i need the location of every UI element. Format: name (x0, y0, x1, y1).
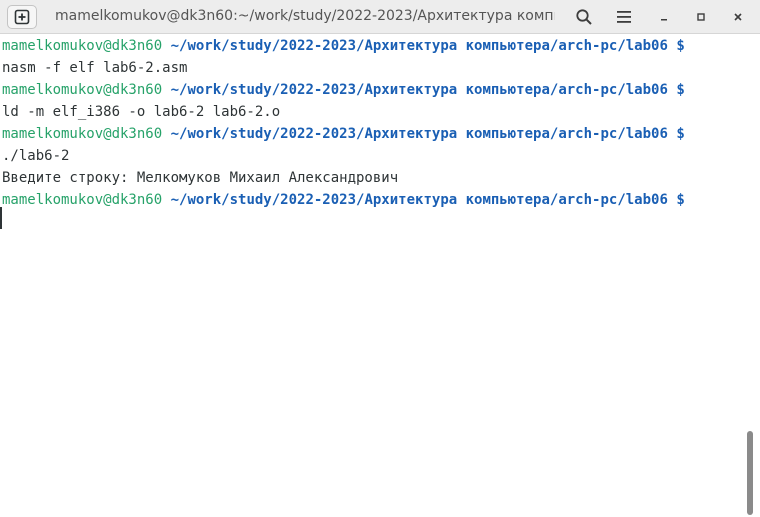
output-line: nasm -f elf lab6-2.asm (2, 60, 188, 76)
output-line: ./lab6-2 (2, 148, 70, 164)
maximize-button[interactable] (688, 4, 714, 30)
minimize-button[interactable] (651, 4, 677, 30)
prompt-path: ~/work/study/2022-2023/Архитектура компь… (170, 192, 668, 208)
scrollbar[interactable] (744, 35, 760, 517)
prompt-line: mamelkomukov@dk3n60 ~/work/study/2022-20… (0, 123, 745, 145)
menu-button[interactable] (611, 4, 637, 30)
prompt-line: mamelkomukov@dk3n60 ~/work/study/2022-20… (0, 35, 745, 57)
search-icon (576, 9, 592, 25)
output-line: Введите строку: Мелкомуков Михаил Алекса… (2, 170, 399, 186)
prompt-path: ~/work/study/2022-2023/Архитектура компь… (170, 126, 668, 142)
text-cursor (0, 207, 2, 229)
plus-box-icon (14, 9, 30, 25)
prompt-symbol: $ (676, 192, 685, 208)
title-bar: mamelkomukov@dk3n60:~/work/study/2022-20… (0, 0, 760, 34)
search-button[interactable] (571, 4, 597, 30)
prompt-line: mamelkomukov@dk3n60 ~/work/study/2022-20… (0, 189, 745, 211)
scrollbar-thumb[interactable] (747, 431, 753, 515)
prompt-path: ~/work/study/2022-2023/Архитектура компь… (170, 82, 668, 98)
prompt-path: ~/work/study/2022-2023/Архитектура компь… (170, 38, 668, 54)
output-line: ld -m elf_i386 -o lab6-2 lab6-2.o (2, 104, 281, 120)
close-button[interactable] (725, 4, 751, 30)
prompt-line: mamelkomukov@dk3n60 ~/work/study/2022-20… (0, 79, 745, 101)
new-tab-button[interactable] (7, 5, 37, 29)
prompt-user-host: mamelkomukov@dk3n60 (2, 192, 163, 208)
terminal-output[interactable]: mamelkomukov@dk3n60 ~/work/study/2022-20… (0, 35, 745, 517)
maximize-icon (697, 13, 705, 21)
prompt-user-host: mamelkomukov@dk3n60 (2, 38, 163, 54)
prompt-user-host: mamelkomukov@dk3n60 (2, 82, 163, 98)
prompt-symbol: $ (676, 82, 685, 98)
minimize-icon (661, 19, 667, 21)
prompt-symbol: $ (676, 126, 685, 142)
window-title: mamelkomukov@dk3n60:~/work/study/2022-20… (55, 8, 555, 24)
close-icon (734, 13, 742, 21)
prompt-symbol: $ (676, 38, 685, 54)
prompt-user-host: mamelkomukov@dk3n60 (2, 126, 163, 142)
hamburger-menu-icon (617, 11, 631, 23)
terminal-window: mamelkomukov@dk3n60:~/work/study/2022-20… (0, 0, 760, 517)
